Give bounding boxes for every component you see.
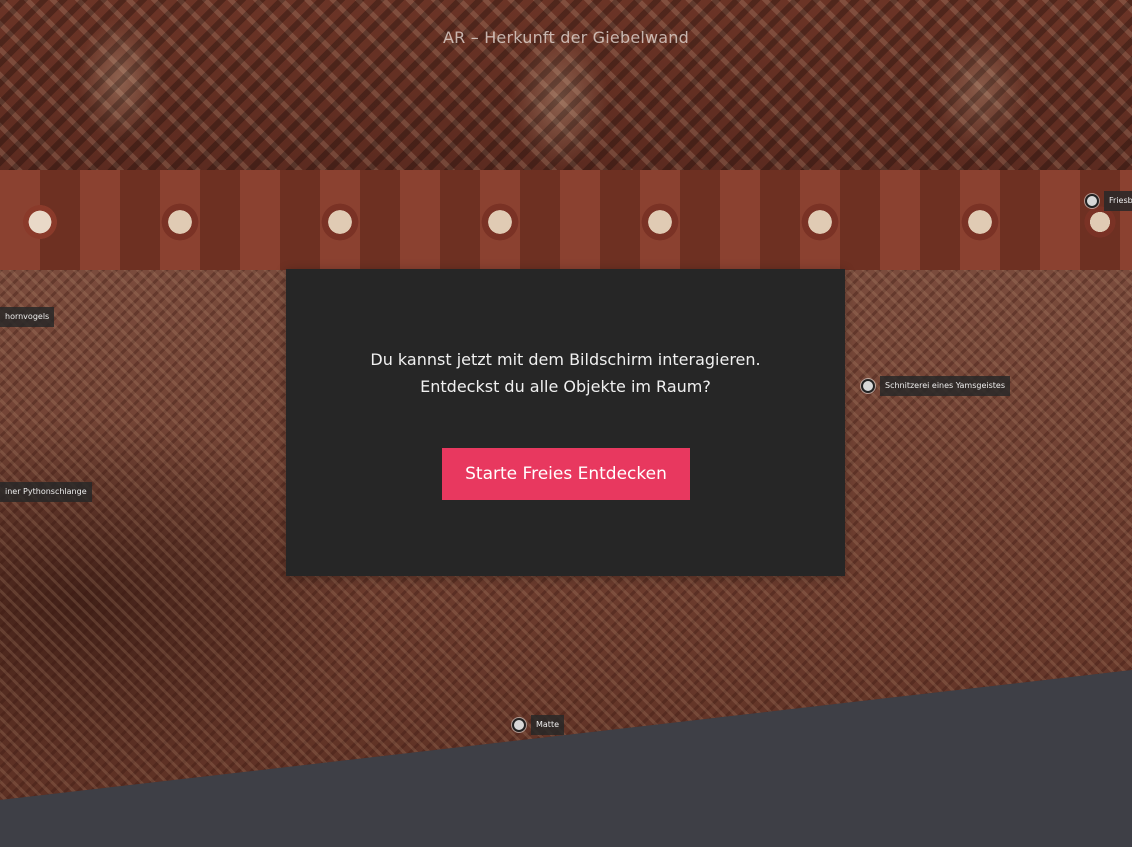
- painted-gable-panel: [0, 0, 1132, 180]
- hotspot-yamsgeist[interactable]: Schnitzerei eines Yamsgeistes: [861, 376, 1011, 396]
- intro-dialog: Du kannst jetzt mit dem Bildschirm inter…: [286, 269, 845, 576]
- ar-viewport[interactable]: AR – Herkunft der Giebelwand Friesb horn…: [0, 0, 1132, 847]
- hotspot-label[interactable]: iner Pythonschlange: [0, 482, 92, 502]
- hotspot-nashornvogel[interactable]: hornvogels: [0, 307, 55, 327]
- hotspot-friesbalken[interactable]: Friesb: [1085, 191, 1132, 211]
- hotspot-label[interactable]: Matte: [531, 715, 564, 735]
- hotspot-label[interactable]: Friesb: [1104, 191, 1132, 211]
- hotspot-label[interactable]: Schnitzerei eines Yamsgeistes: [880, 376, 1011, 396]
- hotspot-matte[interactable]: Matte: [512, 715, 564, 735]
- page-title: AR – Herkunft der Giebelwand: [442, 28, 690, 47]
- hotspot-pythonschlange[interactable]: iner Pythonschlange: [0, 482, 92, 502]
- hotspot-dot-icon[interactable]: [861, 379, 875, 393]
- hotspot-dot-icon[interactable]: [1085, 194, 1099, 208]
- carved-frieze: [0, 170, 1132, 275]
- dialog-message: Du kannst jetzt mit dem Bildschirm inter…: [306, 346, 825, 400]
- hotspot-dot-icon[interactable]: [512, 718, 526, 732]
- hotspot-label[interactable]: hornvogels: [0, 307, 55, 327]
- start-exploration-button[interactable]: Starte Freies Entdecken: [442, 448, 690, 500]
- dialog-message-line-2: Entdeckst du alle Objekte im Raum?: [420, 377, 711, 396]
- dialog-message-line-1: Du kannst jetzt mit dem Bildschirm inter…: [370, 350, 761, 369]
